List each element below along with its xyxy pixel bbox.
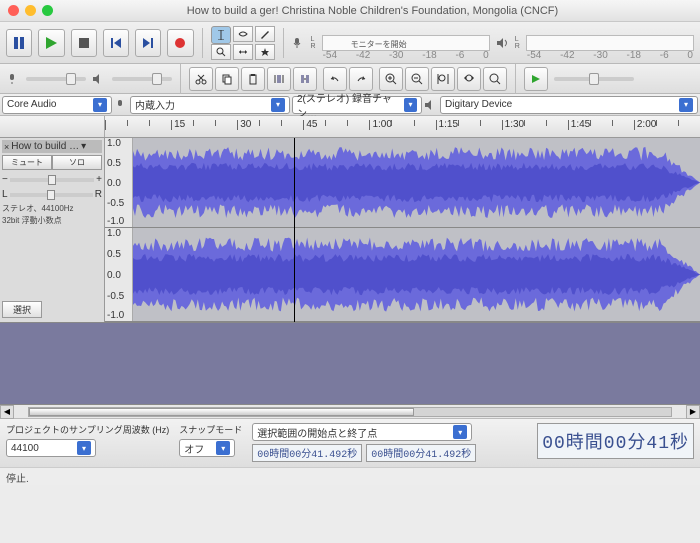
envelope-tool[interactable] — [233, 26, 253, 42]
audio-host-select[interactable]: Core Audio▾ — [2, 96, 112, 114]
speaker-dev-icon — [424, 98, 438, 112]
project-rate-select[interactable]: 44100▾ — [6, 439, 96, 457]
close-window[interactable] — [8, 5, 19, 16]
selection-start-field[interactable]: 00時間00分41.492秒 — [252, 444, 362, 462]
recording-channels-select[interactable]: 2(ステレオ) 録音チャン…▾ — [292, 96, 422, 114]
waveform-channel-left[interactable]: 1.00.50.0-0.5-1.0 — [105, 138, 700, 228]
vertical-scale-left: 1.00.50.0-0.5-1.0 — [105, 138, 133, 227]
zoom-tool[interactable] — [211, 44, 231, 60]
separator — [180, 64, 181, 94]
zoom-in-button[interactable] — [379, 67, 403, 91]
separator — [283, 28, 284, 58]
transport-toolbar: L R モニターを開始 -54-42-30-18-60 L R -54-42-3… — [0, 22, 700, 64]
separator — [202, 28, 203, 58]
minimize-window[interactable] — [25, 5, 36, 16]
track-control-panel: × How to build … ▾ ミュート ソロ −+ LR ステレオ、44… — [0, 138, 105, 322]
trim-button[interactable] — [267, 67, 291, 91]
status-text: 停止. — [6, 474, 29, 485]
waveform-area[interactable]: 1.00.50.0-0.5-1.0 1.00.50.0-0.5-1.0 — [105, 138, 700, 322]
vertical-scale-right: 1.00.50.0-0.5-1.0 — [105, 228, 133, 321]
multi-tool[interactable] — [255, 44, 275, 60]
playback-meter[interactable]: -54-42-30-18-60 — [526, 35, 694, 51]
play-meter-icon — [496, 36, 509, 50]
stop-button[interactable] — [71, 29, 97, 57]
mic-dev-icon — [114, 98, 128, 112]
solo-button[interactable]: ソロ — [52, 155, 102, 170]
separator — [515, 64, 516, 94]
scroll-thumb[interactable] — [29, 408, 414, 416]
skip-start-button[interactable] — [103, 29, 129, 57]
rec-meter-scale: -54-42-30-18-60 — [323, 50, 489, 61]
meter-l: L — [311, 36, 316, 43]
pan-slider[interactable]: LR — [2, 189, 102, 200]
track-header[interactable]: × How to build … ▾ — [2, 140, 102, 153]
playback-device-select[interactable]: Digitary Device▾ — [440, 96, 698, 114]
track-name: How to build … — [11, 141, 79, 152]
tools-grid — [211, 26, 275, 60]
timeline-ruler[interactable]: 1530451:001:151:301:452:002:15 — [0, 116, 700, 138]
status-bar: 停止. — [0, 467, 700, 485]
meter-r2: R — [515, 43, 520, 50]
waveform-channel-right[interactable]: 1.00.50.0-0.5-1.0 — [105, 228, 700, 322]
playback-volume-slider[interactable] — [112, 77, 172, 81]
zoom-toggle-button[interactable] — [483, 67, 507, 91]
zoom-window[interactable] — [42, 5, 53, 16]
scroll-left-icon[interactable]: ◀ — [0, 405, 14, 419]
mic-icon — [6, 72, 20, 86]
selection-tool[interactable] — [211, 26, 231, 44]
zoom-tools — [379, 67, 507, 91]
scroll-right-icon[interactable]: ▶ — [686, 405, 700, 419]
fit-selection-button[interactable] — [431, 67, 455, 91]
recording-device-select[interactable]: 内蔵入力▾ — [130, 96, 290, 114]
recording-volume-slider[interactable] — [26, 77, 86, 81]
gain-slider[interactable]: −+ — [2, 174, 102, 185]
monitor-hint: モニターを開始 — [351, 39, 407, 50]
silence-button[interactable] — [293, 67, 317, 91]
window-title: How to build a ger! Christina Noble Chil… — [53, 5, 692, 17]
play-button[interactable] — [38, 29, 64, 57]
empty-track-space[interactable] — [0, 323, 700, 405]
snap-label: スナップモード — [179, 423, 242, 436]
track-select-button[interactable]: 選択 — [2, 301, 42, 318]
recording-meter[interactable]: モニターを開始 -54-42-30-18-60 — [322, 35, 490, 51]
timeshift-tool[interactable] — [233, 44, 253, 60]
selection-end-field[interactable]: 00時間00分41.492秒 — [366, 444, 476, 462]
selection-toolbar: プロジェクトのサンプリング周波数 (Hz) 44100▾ スナップモード オフ▾… — [0, 419, 700, 467]
pause-button[interactable] — [6, 29, 32, 57]
audio-position-field[interactable]: 00時間00分41秒 — [537, 423, 694, 459]
horizontal-scrollbar[interactable]: ◀ ▶ — [0, 405, 700, 419]
close-track-icon[interactable]: × — [4, 142, 9, 152]
device-toolbar: Core Audio▾ 内蔵入力▾ 2(ステレオ) 録音チャン…▾ Digita… — [0, 94, 700, 116]
copy-button[interactable] — [215, 67, 239, 91]
snap-to-select[interactable]: オフ▾ — [179, 439, 235, 457]
paste-button[interactable] — [241, 67, 265, 91]
track-menu-icon[interactable]: ▾ — [81, 141, 86, 152]
play-at-speed-button[interactable] — [524, 67, 548, 91]
playback-speed-slider[interactable] — [554, 77, 634, 81]
track-format-1: ステレオ、44100Hz — [2, 204, 102, 214]
undo-redo — [323, 67, 373, 91]
draw-tool[interactable] — [255, 26, 275, 42]
redo-button[interactable] — [349, 67, 373, 91]
undo-button[interactable] — [323, 67, 347, 91]
zoom-out-button[interactable] — [405, 67, 429, 91]
record-button[interactable] — [167, 29, 193, 57]
meter-l2: L — [515, 36, 520, 43]
traffic-lights — [8, 5, 53, 16]
selection-mode-select[interactable]: 選択範囲の開始点と終了点▾ — [252, 423, 472, 441]
speaker-icon — [92, 72, 106, 86]
skip-end-button[interactable] — [135, 29, 161, 57]
titlebar: How to build a ger! Christina Noble Chil… — [0, 0, 700, 22]
track-format-2: 32bit 浮動小数点 — [2, 216, 102, 226]
project-rate-label: プロジェクトのサンプリング周波数 (Hz) — [6, 423, 169, 436]
playback-cursor[interactable] — [294, 138, 295, 322]
rec-meter-icon — [291, 36, 304, 50]
play-meter-scale: -54-42-30-18-60 — [527, 50, 693, 61]
fit-project-button[interactable] — [457, 67, 481, 91]
meter-r: R — [311, 43, 316, 50]
mute-button[interactable]: ミュート — [2, 155, 52, 170]
track-row: × How to build … ▾ ミュート ソロ −+ LR ステレオ、44… — [0, 138, 700, 323]
cut-button[interactable] — [189, 67, 213, 91]
edit-tools — [189, 67, 317, 91]
